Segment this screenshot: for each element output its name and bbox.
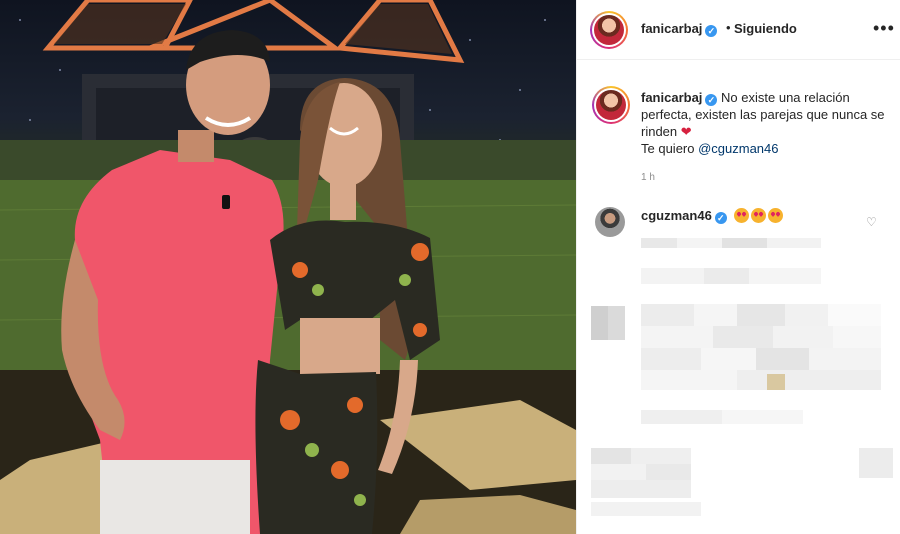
blurred-emoji <box>767 374 785 390</box>
blurred-comment-text-2 <box>591 502 701 516</box>
verified-badge-icon: ✓ <box>705 25 718 37</box>
following-button[interactable]: Siguiendo <box>734 21 797 36</box>
caption-mention-link[interactable]: @cguzman46 <box>698 141 778 156</box>
heart-emoji-icon: ❤ <box>680 124 692 139</box>
blurred-like-icon <box>859 448 893 478</box>
comment-avatar[interactable] <box>595 207 625 237</box>
verified-badge-icon: ✓ <box>714 212 727 224</box>
heart-eyes-emoji-icon <box>751 208 766 224</box>
caption-text-line2: Te quiero <box>641 141 699 156</box>
verified-badge-icon: ✓ <box>705 94 718 106</box>
comment-like-heart-icon[interactable]: ♡ <box>866 215 877 229</box>
blurred-comment-block <box>641 304 881 390</box>
separator-dot: • <box>726 20 731 35</box>
post-caption: fanicarbaj ✓ No existe una relación perfe… <box>641 89 885 157</box>
author-username[interactable]: fanicarbaj ✓ <box>641 21 718 37</box>
blurred-avatar <box>591 306 625 340</box>
post-details-panel: fanicarbaj ✓ • Siguiendo ••• fanicarbaj ✓ … <box>576 0 900 534</box>
caption-username[interactable]: fanicarbaj ✓ <box>641 90 718 106</box>
blurred-comment-block-2 <box>591 448 691 498</box>
caption-author-avatar[interactable] <box>592 86 630 124</box>
post-timestamp[interactable]: 1 h <box>641 172 655 183</box>
heart-eyes-emoji-icon <box>734 208 749 224</box>
more-options-icon[interactable]: ••• <box>873 19 895 37</box>
comment-emojis <box>734 207 785 224</box>
author-avatar[interactable] <box>590 11 628 49</box>
post-header: fanicarbaj ✓ • Siguiendo ••• <box>577 0 900 60</box>
blurred-comment-text <box>641 268 821 284</box>
heart-eyes-emoji-icon <box>768 208 783 224</box>
blurred-reply-link <box>641 410 803 424</box>
blurred-comment-meta <box>641 238 821 248</box>
comment-username[interactable]: cguzman46 ✓ <box>641 208 727 224</box>
post-photo[interactable] <box>0 0 576 534</box>
post-photo-illustration <box>0 0 576 534</box>
